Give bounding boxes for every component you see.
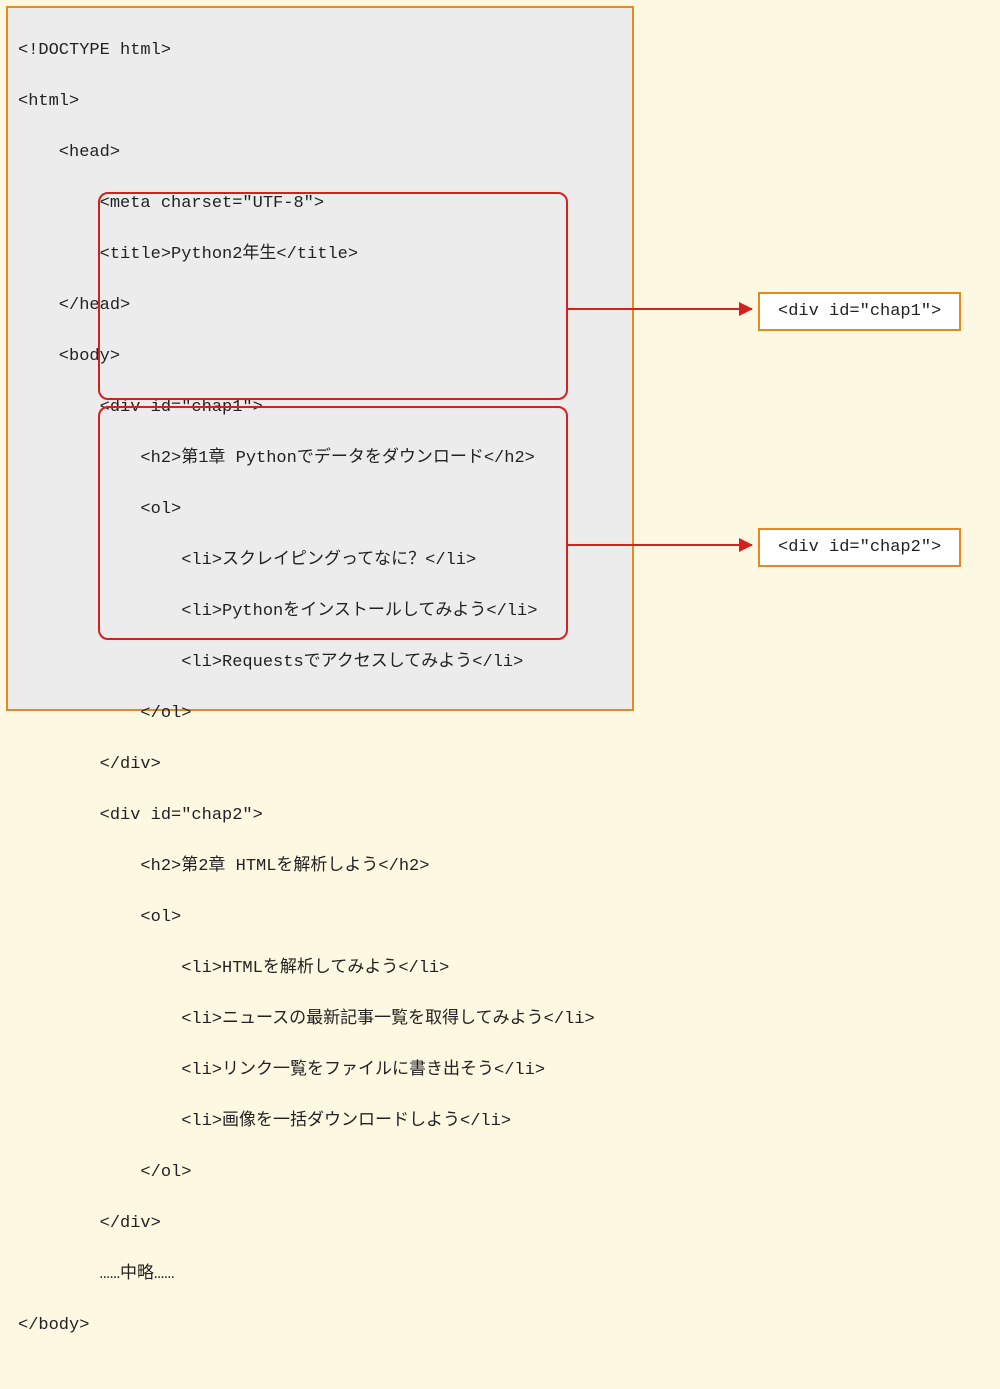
- diagram-canvas: <!DOCTYPE html> <html> <head> <meta char…: [0, 0, 1000, 718]
- code-line: <ol>: [18, 905, 622, 931]
- arrow-icon: [568, 308, 752, 310]
- code-line: </div>: [18, 1211, 622, 1237]
- code-line: <head>: [18, 140, 622, 166]
- arrow-icon: [568, 544, 752, 546]
- code-line: <li>画像を一括ダウンロードしよう</li>: [18, 1109, 622, 1135]
- code-line: <h2>第2章 HTMLを解析しよう</h2>: [18, 854, 622, 880]
- callout-chap2: <div id="chap2">: [758, 528, 961, 567]
- code-line: </ol>: [18, 701, 622, 727]
- code-line: <title>Python2年生</title>: [18, 242, 622, 268]
- code-line: <div id="chap2">: [18, 803, 622, 829]
- code-line: <li>Pythonをインストールしてみよう</li>: [18, 599, 622, 625]
- code-line: <div id="chap1">: [18, 395, 622, 421]
- code-line: <li>リンク一覧をファイルに書き出そう</li>: [18, 1058, 622, 1084]
- code-line: <html>: [18, 89, 622, 115]
- code-line: </head>: [18, 293, 622, 319]
- code-line: ……中略……: [18, 1262, 622, 1288]
- code-line: <!DOCTYPE html>: [18, 38, 622, 64]
- code-line: <li>HTMLを解析してみよう</li>: [18, 956, 622, 982]
- code-line: <li>Requestsでアクセスしてみよう</li>: [18, 650, 622, 676]
- code-panel: <!DOCTYPE html> <html> <head> <meta char…: [6, 6, 634, 711]
- code-line: <body>: [18, 344, 622, 370]
- code-line: </body>: [18, 1313, 622, 1339]
- code-line: <meta charset="UTF-8">: [18, 191, 622, 217]
- code-line: </ol>: [18, 1160, 622, 1186]
- callout-chap1: <div id="chap1">: [758, 292, 961, 331]
- code-line: <li>スクレイピングってなに？</li>: [18, 548, 622, 574]
- code-line: </div>: [18, 752, 622, 778]
- code-line: <ol>: [18, 497, 622, 523]
- code-line: <h2>第1章 Pythonでデータをダウンロード</h2>: [18, 446, 622, 472]
- code-line: <li>ニュースの最新記事一覧を取得してみよう</li>: [18, 1007, 622, 1033]
